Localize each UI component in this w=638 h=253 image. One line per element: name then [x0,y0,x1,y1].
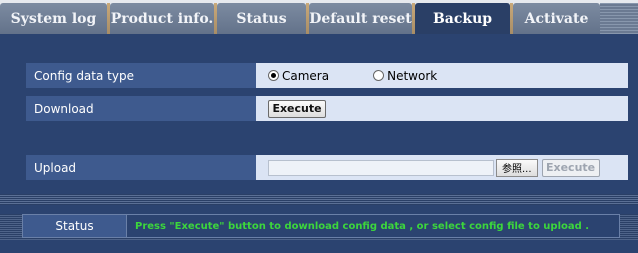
radio-camera[interactable]: Camera [268,69,329,83]
tab-status[interactable]: Status [217,3,306,34]
upload-value: 参照... Execute [256,155,628,181]
tab-product-info[interactable]: Product info. [110,3,214,34]
tab-backup[interactable]: Backup [415,3,510,34]
radio-network-label: Network [387,68,438,83]
upload-browse-button[interactable]: 参照... [496,158,538,177]
radio-network[interactable]: Network [373,69,437,83]
download-label: Download [26,96,256,122]
tab-bar-filler [600,3,638,34]
status-bar: Status Press "Execute" button to downloa… [0,214,638,240]
download-row: Download Execute [26,96,628,122]
radio-camera-label: Camera [282,68,330,83]
config-data-type-row: Config data type Camera Network [26,63,628,89]
tab-activate[interactable]: Activate [513,3,600,34]
radio-network-button[interactable] [373,70,385,81]
tab-default-reset[interactable]: Default reset [309,3,412,34]
tab-bar: System log Product info. Status Default … [0,0,638,34]
status-message: Press "Execute" button to download confi… [127,215,619,237]
config-data-type-options: Camera Network [256,63,628,89]
status-label: Status [23,215,127,237]
panel-divider [0,194,638,205]
tab-system-log[interactable]: System log [0,3,107,34]
upload-row: Upload 参照... Execute [26,155,628,181]
upload-label: Upload [26,155,256,181]
status-box: Status Press "Execute" button to downloa… [22,214,620,238]
upload-file-path-input[interactable] [268,159,494,176]
download-execute-button[interactable]: Execute [268,99,326,118]
config-data-type-label: Config data type [26,63,256,89]
upload-execute-button[interactable]: Execute [541,158,600,177]
radio-camera-button[interactable] [268,70,279,81]
backup-panel: Config data type Camera Network Download… [0,34,638,253]
download-value: Execute [256,96,628,122]
